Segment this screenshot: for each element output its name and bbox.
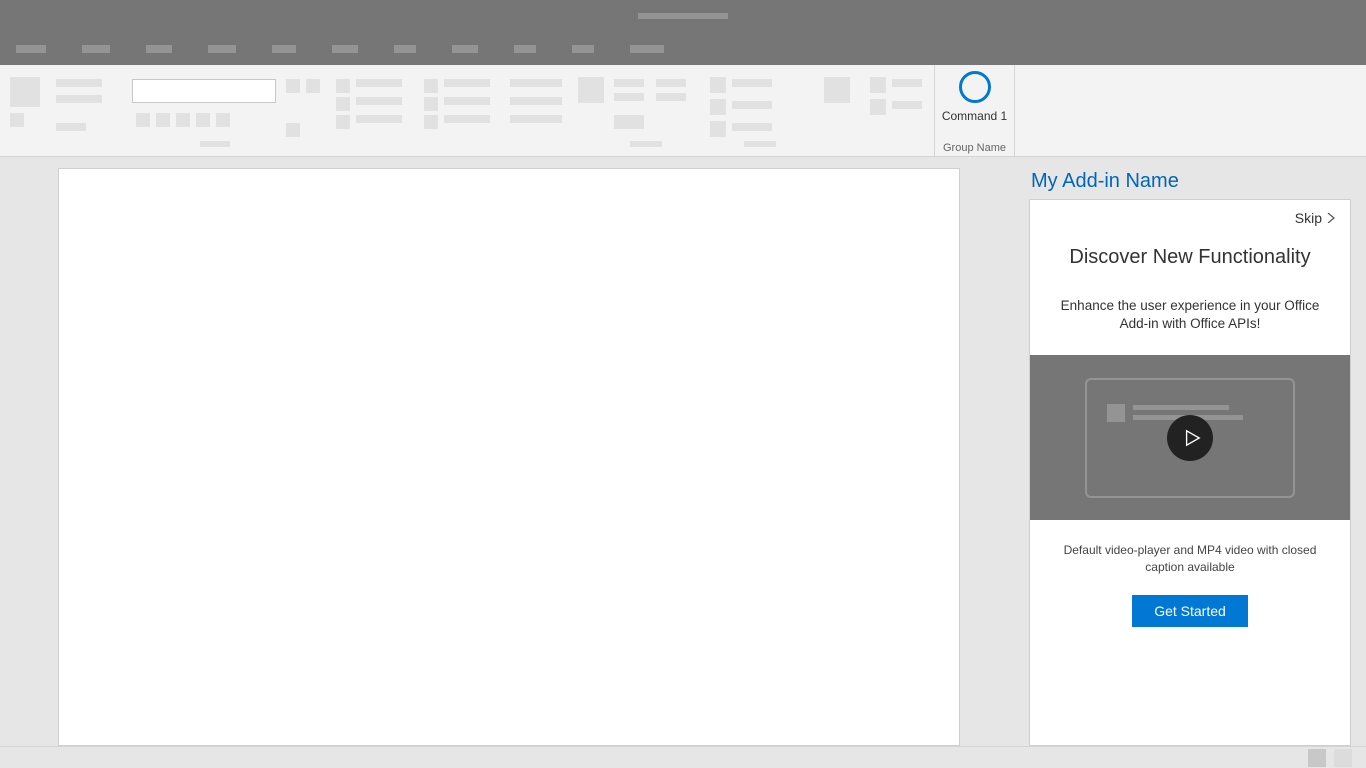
taskpane-heading: Discover New Functionality (1054, 246, 1326, 269)
ribbon-tabs (0, 32, 1366, 65)
window-titlebar (0, 0, 1366, 32)
tab-placeholder[interactable] (272, 45, 296, 53)
tab-placeholder[interactable] (82, 45, 110, 53)
document-surface[interactable] (58, 168, 960, 746)
tab-placeholder[interactable] (146, 45, 172, 53)
tab-placeholder[interactable] (514, 45, 536, 53)
video-caption: Default video-player and MP4 video with … (1050, 542, 1330, 574)
view-button-1[interactable] (1308, 749, 1326, 767)
play-button[interactable] (1167, 415, 1213, 461)
view-button-2[interactable] (1334, 749, 1352, 767)
statusbar (0, 746, 1366, 768)
command-1-icon (959, 71, 991, 103)
ribbon-placeholder-groups (0, 65, 934, 156)
tab-placeholder[interactable] (394, 45, 416, 53)
taskpane-body: Skip Discover New Functionality Enhance … (1029, 199, 1351, 746)
taskpane-intro-section: Skip Discover New Functionality Enhance … (1030, 200, 1350, 355)
command-1-button[interactable]: Command 1 (935, 65, 1014, 123)
taskpane-title: My Add-in Name (1029, 168, 1351, 199)
skip-button[interactable]: Skip (1295, 210, 1336, 226)
chevron-right-icon (1326, 213, 1336, 223)
taskpane: My Add-in Name Skip Discover New Functio… (1029, 168, 1351, 746)
main-area: My Add-in Name Skip Discover New Functio… (0, 157, 1366, 746)
taskpane-bottom-section: Default video-player and MP4 video with … (1030, 520, 1350, 648)
command-1-label: Command 1 (942, 109, 1007, 123)
skip-label: Skip (1295, 210, 1322, 226)
ribbon: Command 1 Group Name (0, 65, 1366, 157)
titlebar-placeholder (638, 13, 728, 19)
taskpane-subheading: Enhance the user experience in your Offi… (1054, 297, 1326, 333)
tab-placeholder[interactable] (630, 45, 664, 53)
video-player[interactable] (1030, 355, 1350, 520)
tab-placeholder[interactable] (572, 45, 594, 53)
play-icon (1183, 429, 1201, 447)
tab-placeholder[interactable] (452, 45, 478, 53)
tab-placeholder[interactable] (332, 45, 358, 53)
tab-placeholder[interactable] (16, 45, 46, 53)
ribbon-group-name-label: Group Name (943, 142, 1006, 154)
get-started-button[interactable]: Get Started (1132, 595, 1248, 627)
tab-placeholder[interactable] (208, 45, 236, 53)
ribbon-custom-group: Command 1 Group Name (934, 65, 1014, 156)
